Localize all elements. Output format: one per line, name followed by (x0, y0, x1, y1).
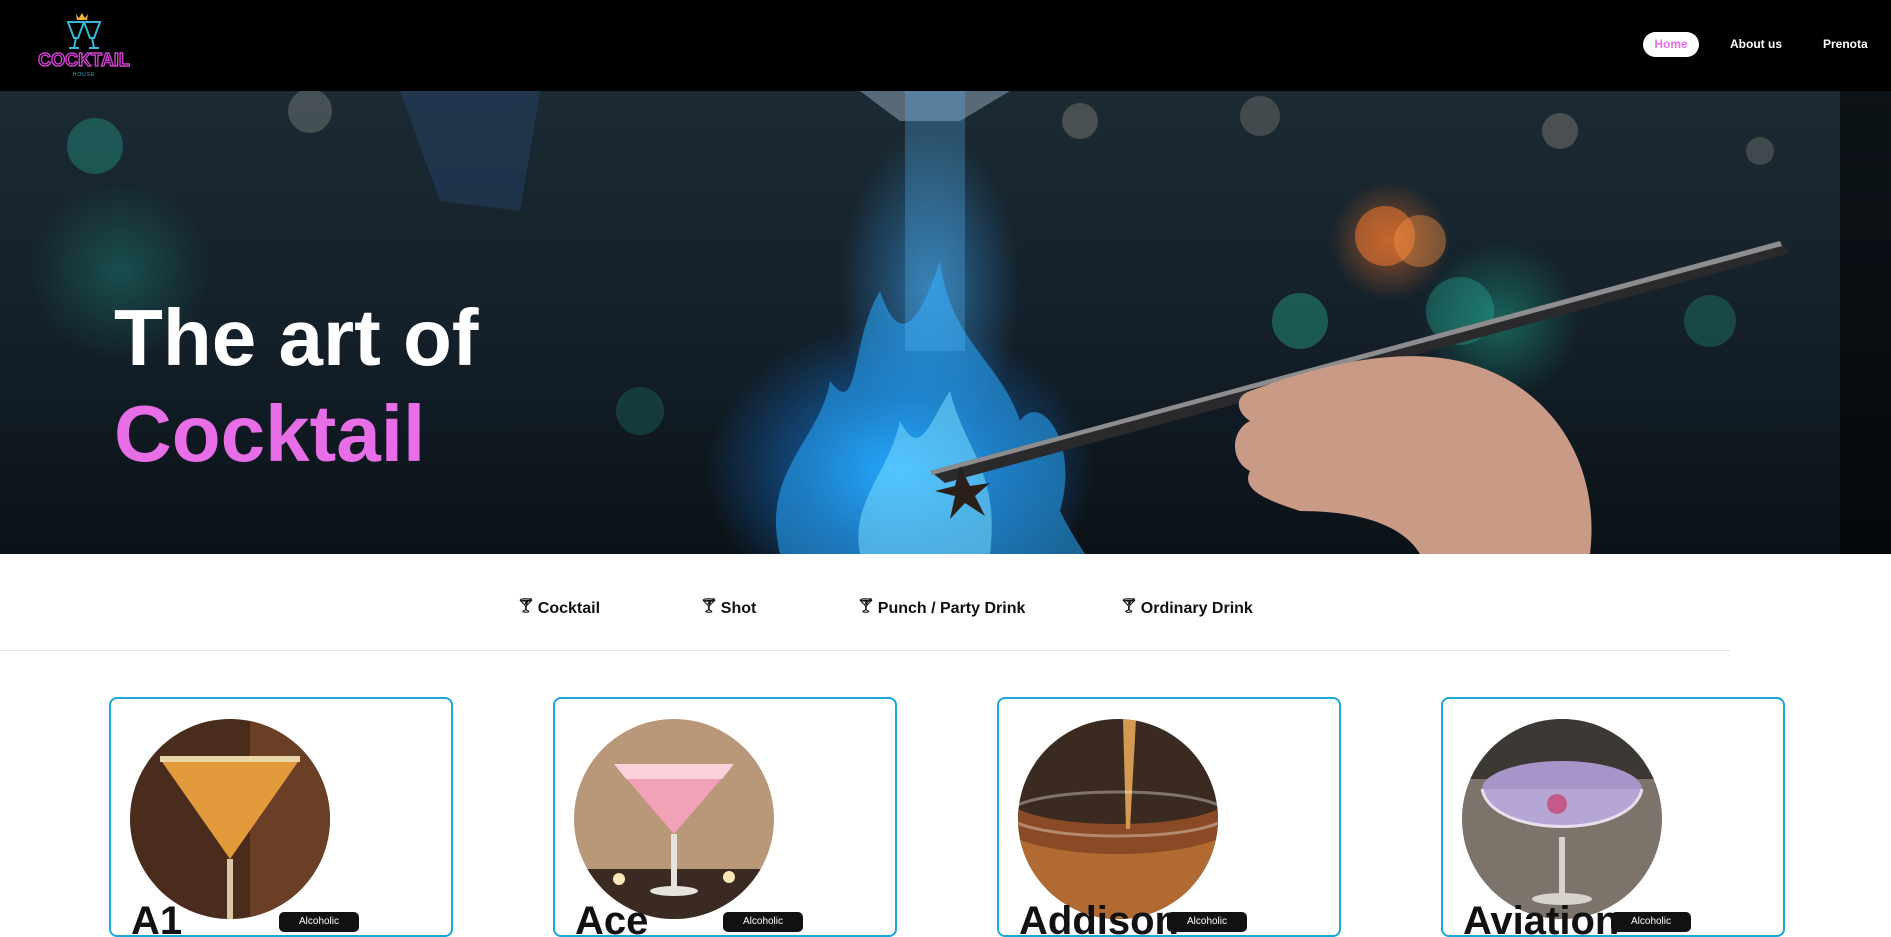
logo-text: COCKTAIL (38, 50, 130, 70)
tab-punch-party-drink[interactable]: 🍸︎ Punch / Party Drink (857, 597, 1025, 621)
drink-title: Aviation (1463, 899, 1620, 937)
drink-image (1462, 719, 1662, 919)
drink-title: Addison (1019, 899, 1179, 937)
alcoholic-badge: Alcoholic (723, 912, 803, 932)
hero-title-line1: The art of (114, 293, 479, 382)
hero-title-line2: Cocktail (114, 389, 426, 478)
cocktail-glass-icon: 🍸︎ (1120, 597, 1138, 613)
alcoholic-badge: Alcoholic (1167, 912, 1247, 932)
logo-subtext: HOUSE (73, 72, 96, 78)
drink-card[interactable]: Aviation Alcoholic (1441, 697, 1785, 937)
tab-cocktail-label: Cocktail (537, 600, 601, 617)
cocktail-glass-icon: 🍸︎ (517, 597, 535, 613)
drink-card[interactable]: A1 Alcoholic (109, 697, 453, 937)
tab-ordinary-drink[interactable]: 🍸︎ Ordinary Drink (1120, 597, 1253, 621)
nav-home-link[interactable]: Home (1643, 32, 1699, 57)
drink-image (574, 719, 774, 919)
tab-punch-party-drink-label: Punch / Party Drink (877, 600, 1026, 617)
drink-title: Ace (575, 899, 649, 937)
drink-card[interactable]: Ace Alcoholic (553, 697, 897, 937)
cocktail-house-logo[interactable]: COCKTAIL HOUSE (34, 8, 134, 80)
nav-prenota-link[interactable]: Prenota (1823, 32, 1868, 57)
drink-card[interactable]: Addison Alcoholic (997, 697, 1341, 937)
tab-shot[interactable]: 🍸︎ Shot (700, 597, 756, 621)
hero-banner: The art of Cocktail (0, 91, 1891, 554)
drink-title: A1 (131, 899, 183, 937)
cocktail-glass-icon: 🍸︎ (857, 597, 875, 613)
drink-image (1018, 719, 1218, 919)
tab-shot-label: Shot (720, 600, 757, 617)
tab-ordinary-drink-label: Ordinary Drink (1140, 600, 1253, 617)
section-divider (0, 650, 1730, 651)
category-tabs: 🍸︎ Cocktail 🍸︎ Shot 🍸︎ Punch / Party Dri… (0, 554, 1891, 651)
nav-about-us-link[interactable]: About us (1730, 32, 1782, 57)
navbar: COCKTAIL HOUSE Home About us Prenota (0, 0, 1891, 91)
tab-cocktail[interactable]: 🍸︎ Cocktail (517, 597, 600, 621)
drink-image (130, 719, 330, 919)
alcoholic-badge: Alcoholic (1611, 912, 1691, 932)
cocktail-glass-icon: 🍸︎ (700, 597, 718, 613)
alcoholic-badge: Alcoholic (279, 912, 359, 932)
